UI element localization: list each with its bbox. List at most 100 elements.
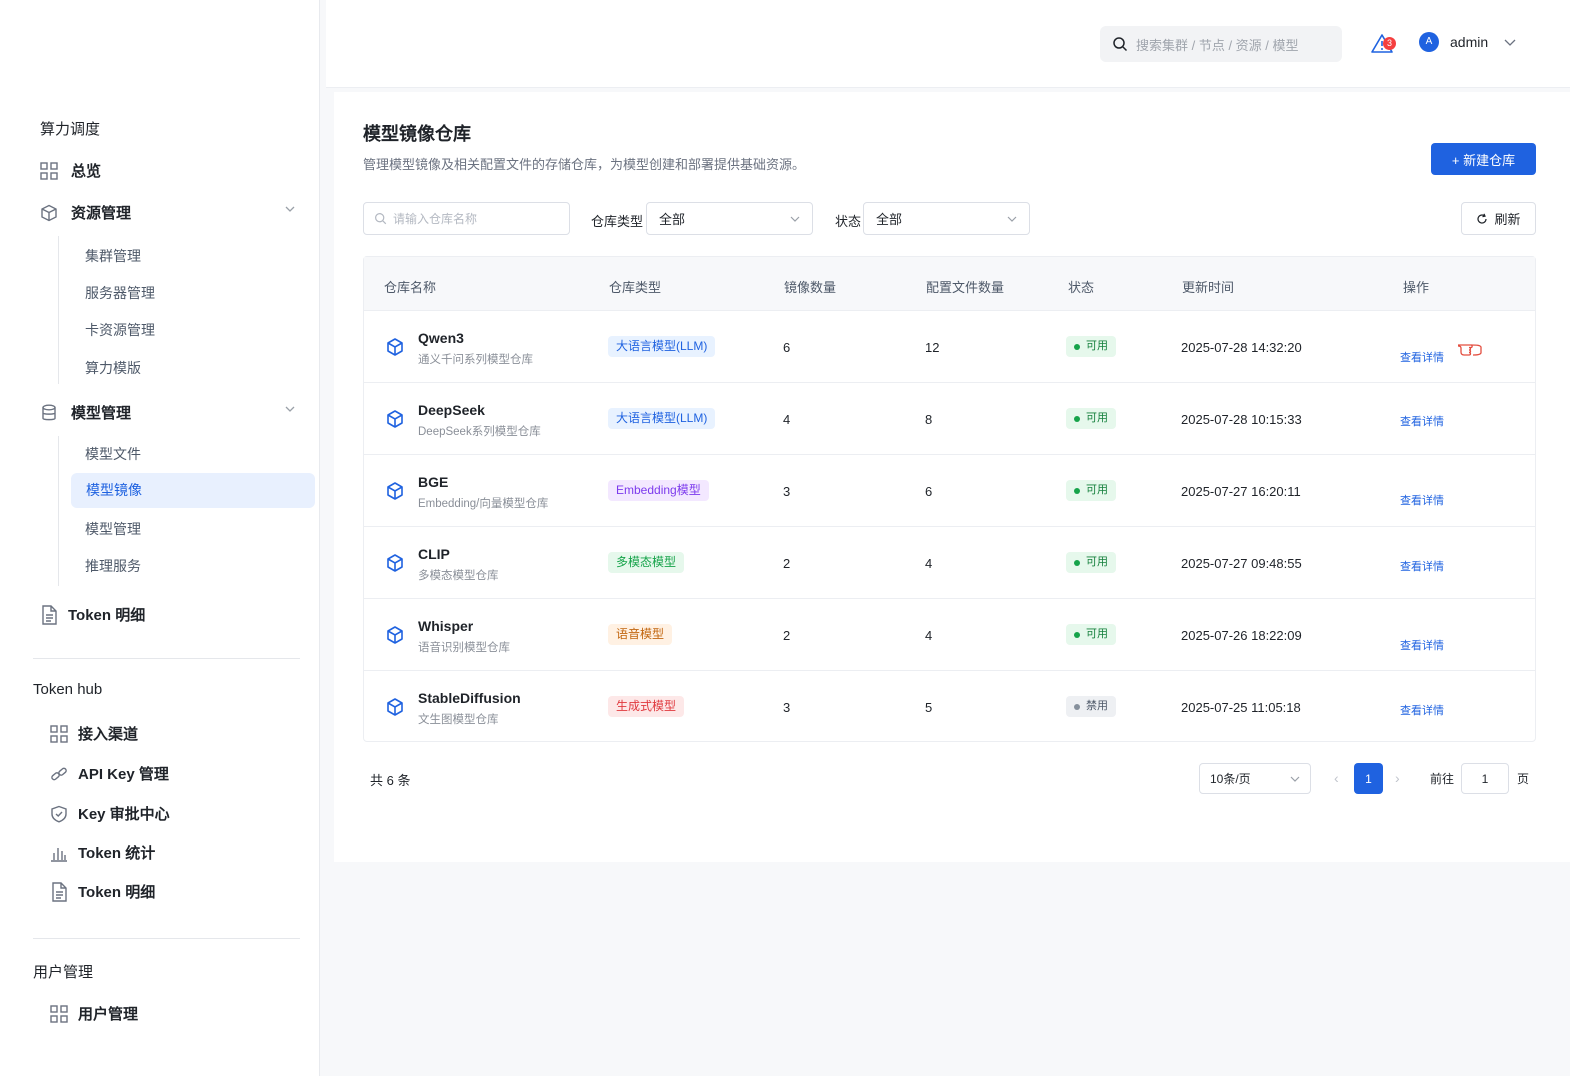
section-title-users: 用户管理	[33, 964, 94, 981]
config-count: 4	[925, 556, 933, 571]
config-count: 5	[925, 700, 933, 715]
cube-icon	[387, 410, 403, 428]
tree-line	[58, 236, 59, 384]
repo-desc: Embedding/向量模型仓库	[418, 498, 549, 510]
repo-name: Whisper	[418, 618, 474, 634]
sidebar-item-label: Key 审批中心	[78, 806, 170, 823]
document-icon	[39, 604, 59, 625]
page-size-select[interactable]: 10条/页	[1199, 763, 1311, 794]
config-count: 12	[925, 340, 940, 355]
cube-icon	[387, 698, 403, 716]
view-detail-link[interactable]: 查看详情	[1400, 558, 1444, 574]
sidebar-item-label: Token 明细	[78, 884, 156, 901]
next-page-icon[interactable]: ›	[1395, 770, 1400, 786]
type-tag: 多模态模型	[608, 552, 685, 573]
sidebar-item-label: 模型管理	[71, 405, 132, 422]
repo-table: 仓库名称 仓库类型 镜像数量 配置文件数量 状态 更新时间 操作 Qwen3 通…	[363, 256, 1536, 742]
status-badge: 禁用	[1066, 696, 1116, 717]
select-value: 10条/页	[1210, 772, 1251, 786]
sidebar-item-model-image[interactable]: 模型镜像	[71, 473, 315, 508]
type-tag: 大语言模型(LLM)	[608, 408, 716, 429]
prev-page-icon[interactable]: ‹	[1334, 770, 1339, 786]
divider	[33, 658, 300, 659]
status-text: 可用	[1086, 340, 1108, 352]
sidebar-item-template[interactable]: 算力模版	[85, 358, 141, 378]
table-row: Qwen3 通义千问系列模型仓库 大语言模型(LLM) 6 12 可用 2025…	[364, 311, 1535, 383]
search-icon	[375, 213, 387, 225]
chevron-down-icon[interactable]	[1504, 38, 1516, 48]
status-text: 可用	[1086, 412, 1108, 424]
sidebar-item-api-key[interactable]: API Key 管理	[49, 763, 169, 784]
col-name: 仓库名称	[384, 280, 437, 295]
link-icon	[49, 764, 69, 784]
sidebar-item-token-stats[interactable]: Token 统计	[49, 842, 155, 863]
sidebar-item-channel[interactable]: 接入渠道	[49, 723, 138, 744]
chevron-up-icon[interactable]	[284, 403, 296, 415]
updated-time: 2025-07-25 11:05:18	[1181, 700, 1301, 715]
sidebar-item-resource[interactable]: 资源管理	[39, 202, 131, 223]
sidebar-item-card[interactable]: 卡资源管理	[85, 320, 155, 340]
section-title-token-hub: Token hub	[33, 681, 103, 698]
search-placeholder: 请输入仓库名称	[393, 212, 478, 226]
goto-page-input[interactable]: 1	[1461, 763, 1509, 794]
sidebar-item-model-file[interactable]: 模型文件	[85, 444, 141, 464]
cube-icon	[387, 482, 403, 500]
page-title: 模型镜像仓库	[363, 124, 471, 144]
config-count: 8	[925, 412, 933, 427]
cube-icon	[387, 626, 403, 644]
new-repo-button[interactable]: + 新建仓库	[1431, 143, 1536, 175]
table-row: StableDiffusion 文生图模型仓库 生成式模型 3 5 禁用 202…	[364, 671, 1535, 743]
status-text: 可用	[1086, 484, 1108, 496]
status-filter-select[interactable]: 全部	[863, 202, 1030, 235]
divider	[33, 938, 300, 939]
refresh-button[interactable]: 刷新	[1461, 202, 1536, 235]
config-count: 6	[925, 484, 933, 499]
status-text: 可用	[1086, 628, 1108, 640]
type-tag: 语音模型	[608, 624, 673, 645]
global-search-input[interactable]: 搜索集群 / 节点 / 资源 / 模型	[1100, 26, 1342, 62]
repo-search-input[interactable]: 请输入仓库名称	[363, 202, 570, 235]
repo-desc: 语音识别模型仓库	[418, 642, 510, 654]
sidebar-item-server[interactable]: 服务器管理	[85, 283, 155, 303]
status-dot-icon	[1074, 487, 1080, 494]
updated-time: 2025-07-28 14:32:20	[1181, 340, 1302, 355]
sidebar-item-cluster[interactable]: 集群管理	[85, 246, 141, 266]
view-detail-link[interactable]: 查看详情	[1400, 637, 1444, 653]
image-count: 2	[783, 556, 791, 571]
sidebar-item-token-detail-hub[interactable]: Token 明细	[49, 881, 155, 902]
type-tag: 大语言模型(LLM)	[608, 336, 716, 357]
view-detail-link[interactable]: 查看详情	[1400, 413, 1444, 429]
sidebar-item-user-manage[interactable]: 用户管理	[49, 1003, 138, 1024]
chevron-up-icon[interactable]	[284, 203, 296, 215]
status-badge: 可用	[1066, 480, 1116, 501]
sidebar-item-label: 用户管理	[78, 1006, 139, 1023]
sidebar-item-key-approval[interactable]: Key 审批中心	[49, 803, 170, 824]
avatar[interactable]: A	[1419, 32, 1439, 52]
sidebar-item-token-detail[interactable]: Token 明细	[39, 604, 145, 625]
view-detail-link[interactable]: 查看详情	[1400, 702, 1444, 718]
status-badge: 可用	[1066, 408, 1116, 429]
select-value: 全部	[876, 212, 903, 227]
view-detail-link[interactable]: 查看详情	[1400, 492, 1444, 508]
view-detail-link[interactable]: 查看详情	[1400, 349, 1444, 365]
sidebar-item-model-manage[interactable]: 模型管理	[85, 519, 141, 539]
shield-icon	[49, 804, 69, 824]
database-icon	[39, 403, 59, 423]
sidebar-item-label: 接入渠道	[78, 726, 139, 743]
username[interactable]: admin	[1450, 34, 1488, 50]
repo-desc: 多模态模型仓库	[418, 570, 499, 582]
sidebar-item-overview[interactable]: 总览	[39, 160, 101, 181]
grid-icon	[49, 724, 69, 744]
page-number-current[interactable]: 1	[1354, 763, 1383, 794]
sidebar-item-model[interactable]: 模型管理	[39, 402, 131, 423]
updated-time: 2025-07-27 16:20:11	[1181, 484, 1301, 499]
sidebar-item-inference[interactable]: 推理服务	[85, 556, 141, 576]
table-row: DeepSeek DeepSeek系列模型仓库 大语言模型(LLM) 4 8 可…	[364, 383, 1535, 455]
image-count: 3	[783, 700, 791, 715]
status-text: 可用	[1086, 556, 1108, 568]
type-filter-select[interactable]: 全部	[646, 202, 813, 235]
refresh-label: 刷新	[1494, 212, 1521, 227]
cube-icon	[39, 203, 59, 223]
sidebar-item-label: 总览	[71, 163, 102, 180]
type-tag: Embedding模型	[608, 480, 709, 501]
